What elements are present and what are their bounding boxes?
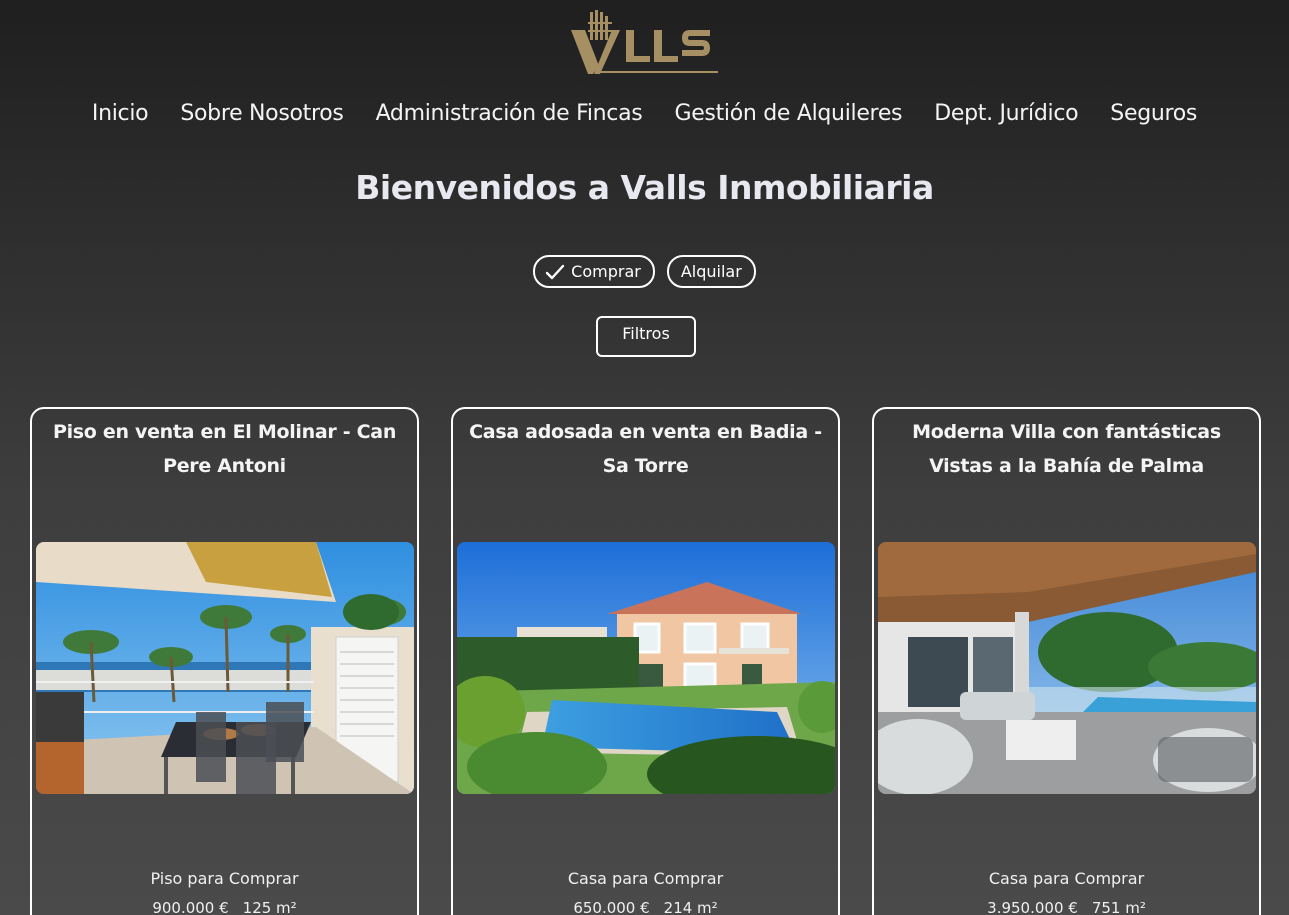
check-icon	[545, 264, 565, 279]
listing-type: Casa para Comprar	[988, 869, 1145, 888]
filters-button[interactable]: Filtros	[596, 316, 696, 357]
listing-meta: 3.950.000 € 751 m²	[874, 899, 1259, 915]
listing-type: Casa para Comprar	[567, 869, 724, 888]
nav-item-seguros[interactable]: Seguros	[1094, 98, 1213, 130]
listing-area: 125 m²	[242, 899, 297, 915]
terrace-sea-view-photo[interactable]	[36, 542, 414, 794]
buy-toggle-button[interactable]: Comprar	[533, 255, 655, 288]
valls-logo[interactable]	[568, 8, 724, 78]
rent-toggle-label: Alquilar	[680, 262, 742, 281]
buy-toggle-label: Comprar	[571, 262, 641, 281]
main-nav: Inicio Sobre Nosotros Administración de …	[0, 98, 1289, 130]
nav-item-dept-juridico[interactable]: Dept. Jurídico	[918, 98, 1094, 130]
listing-area: 214 m²	[663, 899, 718, 915]
nav-item-sobre-nosotros[interactable]: Sobre Nosotros	[164, 98, 359, 130]
mode-toggle: Comprar Alquilar	[0, 255, 1289, 288]
listing-price: 900.000 €	[152, 899, 229, 915]
listing-price: 3.950.000 €	[987, 899, 1078, 915]
listing-card[interactable]: Piso en venta en El Molinar - Can Pere A…	[30, 407, 419, 915]
nav-item-administracion-fincas[interactable]: Administración de Fincas	[360, 98, 659, 130]
listing-card[interactable]: Casa adosada en venta en Badia - Sa Torr…	[451, 407, 840, 915]
house-with-pool-photo[interactable]	[457, 542, 835, 794]
villa-terrace-pool-photo[interactable]	[878, 542, 1256, 794]
nav-item-gestion-alquileres[interactable]: Gestión de Alquileres	[658, 98, 918, 130]
listing-title[interactable]: Piso en venta en El Molinar - Can Pere A…	[38, 415, 411, 483]
nav-item-inicio[interactable]: Inicio	[76, 98, 164, 130]
listing-type: Piso para Comprar	[150, 869, 299, 888]
page-title: Bienvenidos a Valls Inmobiliaria	[355, 168, 934, 207]
listing-card[interactable]: Moderna Villa con fantásticas Vistas a l…	[872, 407, 1261, 915]
listing-meta: 650.000 € 214 m²	[453, 899, 838, 915]
listing-area: 751 m²	[1091, 899, 1146, 915]
listing-title[interactable]: Casa adosada en venta en Badia - Sa Torr…	[459, 415, 832, 483]
listing-meta: 900.000 € 125 m²	[32, 899, 417, 915]
listing-title[interactable]: Moderna Villa con fantásticas Vistas a l…	[880, 415, 1253, 483]
listing-price: 650.000 €	[573, 899, 650, 915]
rent-toggle-button[interactable]: Alquilar	[666, 255, 756, 288]
